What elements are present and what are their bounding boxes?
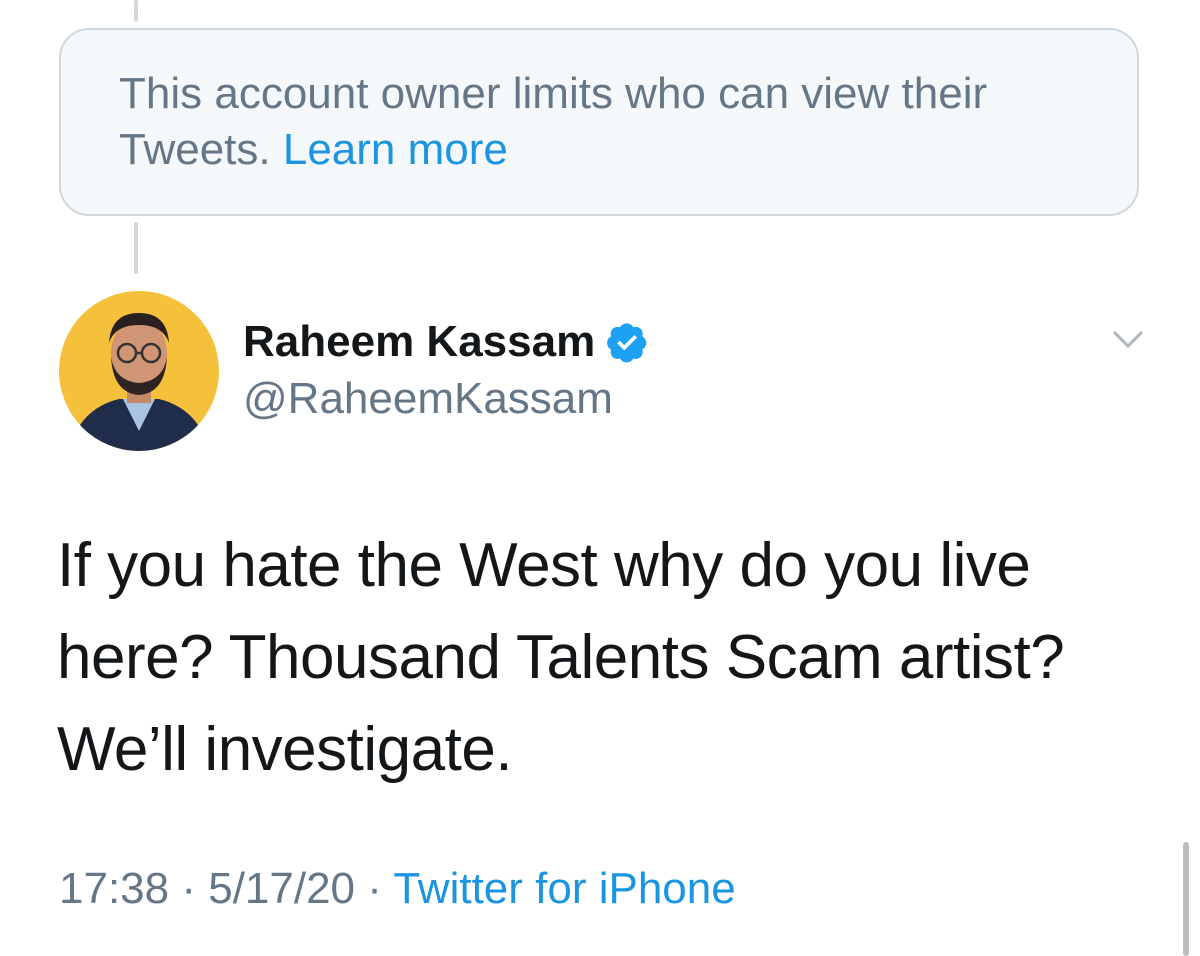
meta-separator: · [355, 864, 394, 913]
avatar-image [59, 291, 219, 451]
learn-more-link[interactable]: Learn more [283, 125, 508, 174]
chevron-down-icon[interactable] [1110, 326, 1146, 354]
verified-badge-icon [605, 320, 649, 364]
tweet-text: If you hate the West why do you live her… [57, 531, 1065, 784]
protected-tweet-notice: This account owner limits who can view t… [59, 28, 1139, 216]
author-handle[interactable]: @RaheemKassam [243, 374, 613, 424]
author-name-row[interactable]: Raheem Kassam [243, 314, 649, 370]
tweet-date[interactable]: 5/17/20 [208, 864, 355, 913]
scrollbar[interactable] [1183, 842, 1189, 956]
thread-connector-line [134, 222, 138, 274]
tweet-detail-view: This account owner limits who can view t… [0, 0, 1200, 956]
notice-text: This account owner limits who can view t… [119, 69, 988, 174]
meta-separator: · [169, 864, 209, 913]
tweet-source-link[interactable]: Twitter for iPhone [393, 864, 735, 913]
thread-connector-line [134, 0, 138, 22]
tweet-time[interactable]: 17:38 [59, 864, 169, 913]
avatar[interactable] [59, 291, 219, 451]
author-display-name[interactable]: Raheem Kassam [243, 317, 595, 367]
tweet-metadata: 17:38 · 5/17/20 · Twitter for iPhone [59, 864, 736, 914]
